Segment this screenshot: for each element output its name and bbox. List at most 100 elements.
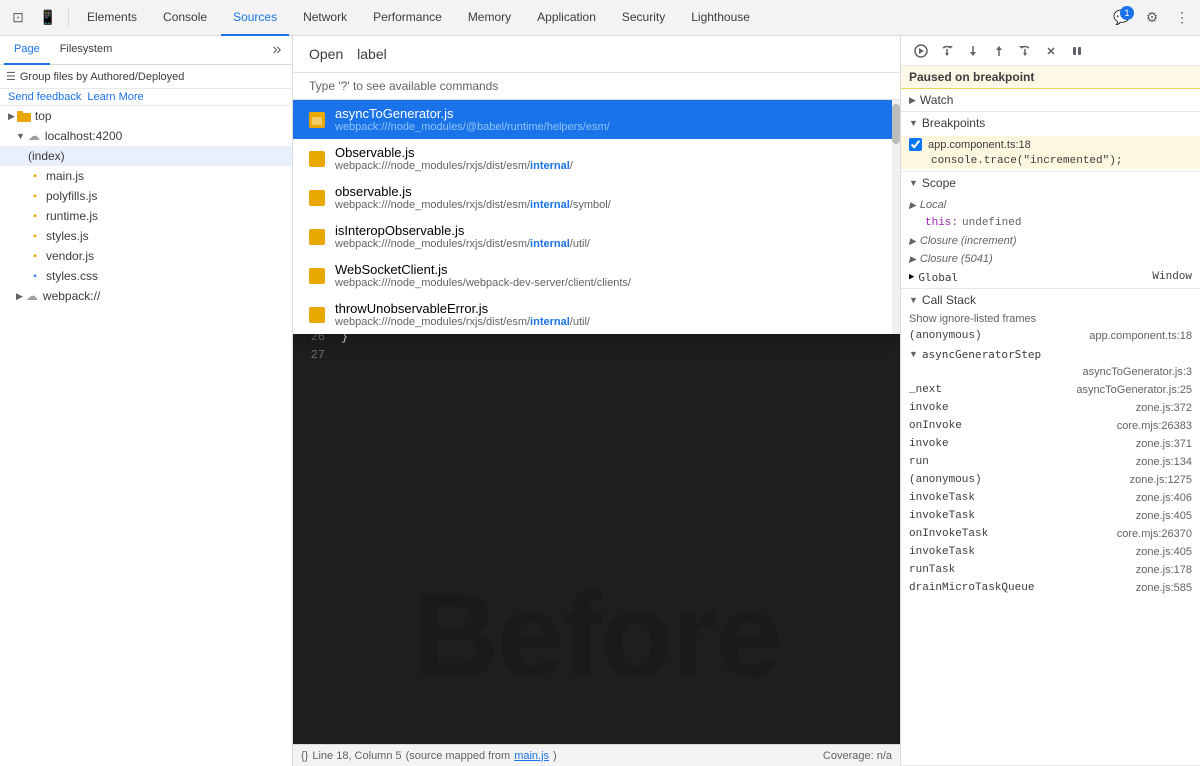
cs-anonymous-1[interactable]: (anonymous) zone.js:1275 bbox=[901, 471, 1200, 489]
breakpoint-item-0[interactable]: app.component.ts:18 bbox=[901, 136, 1200, 153]
tab-sources[interactable]: Sources bbox=[221, 0, 289, 36]
call-stack-label: Call Stack bbox=[922, 293, 976, 307]
cs-async-collapse[interactable]: ▼ asyncGeneratorStep bbox=[901, 345, 1200, 363]
results-list: asyncToGenerator.js webpack:///node_modu… bbox=[293, 100, 892, 334]
open-file-input[interactable] bbox=[357, 46, 884, 62]
file-result-4[interactable]: WebSocketClient.js webpack:///node_modul… bbox=[293, 256, 892, 295]
send-feedback-link[interactable]: Send feedback bbox=[8, 91, 81, 103]
settings-icon[interactable]: ⚙ bbox=[1138, 4, 1166, 32]
tab-elements[interactable]: Elements bbox=[75, 0, 149, 36]
tree-label-webpack: webpack:// bbox=[43, 289, 100, 303]
watch-label: Watch bbox=[920, 93, 954, 107]
breakpoints-header[interactable]: ▼ Breakpoints bbox=[901, 112, 1200, 134]
learn-more-link[interactable]: Learn More bbox=[87, 91, 143, 103]
more-icon[interactable]: ⋮ bbox=[1168, 4, 1196, 32]
step-over-button[interactable] bbox=[935, 39, 959, 63]
result-icon-3 bbox=[309, 229, 325, 245]
cs-name-invoke-0: invoke bbox=[909, 402, 1092, 414]
result-name-1: Observable.js bbox=[335, 145, 573, 160]
css-file-icon: ▪ bbox=[28, 269, 42, 283]
cs-anonymous[interactable]: (anonymous) app.component.ts:18 bbox=[901, 327, 1200, 345]
cs-next[interactable]: _next asyncToGenerator.js:25 bbox=[901, 381, 1200, 399]
device-icon[interactable]: 📱 bbox=[34, 4, 62, 32]
step-into-button[interactable] bbox=[961, 39, 985, 63]
cs-runtask[interactable]: runTask zone.js:178 bbox=[901, 561, 1200, 579]
file-result-1[interactable]: Observable.js webpack:///node_modules/rx… bbox=[293, 139, 892, 178]
cs-name-anonymous: (anonymous) bbox=[909, 330, 1089, 342]
chat-badge: 1 bbox=[1120, 6, 1134, 20]
feedback-bar: Send feedback Learn More bbox=[0, 89, 292, 106]
file-result-5[interactable]: throwUnobservableError.js webpack:///nod… bbox=[293, 295, 892, 334]
status-source-file[interactable]: main.js bbox=[514, 750, 549, 762]
tab-lighthouse[interactable]: Lighthouse bbox=[679, 0, 762, 36]
chat-icon[interactable]: 💬 1 bbox=[1108, 4, 1136, 32]
right-panel: Paused on breakpoint ▶ Watch ▼ Breakpoin… bbox=[900, 36, 1200, 766]
cs-name-runtask: runTask bbox=[909, 564, 1092, 576]
tree-item-index[interactable]: (index) bbox=[0, 146, 292, 166]
tab-network[interactable]: Network bbox=[291, 0, 359, 36]
tree-item-styles-css[interactable]: ▪ styles.css bbox=[0, 266, 292, 286]
step-out-button[interactable] bbox=[987, 39, 1011, 63]
watch-header[interactable]: ▶ Watch bbox=[901, 89, 1200, 111]
path-highlight: internal bbox=[530, 160, 570, 172]
scrollbar-track[interactable] bbox=[892, 100, 900, 334]
scope-var-name-this: this: bbox=[925, 217, 958, 229]
cs-loc-next: asyncToGenerator.js:25 bbox=[1076, 384, 1192, 396]
cs-invoketask-2[interactable]: invokeTask zone.js:405 bbox=[901, 543, 1200, 561]
tree-item-styles-js[interactable]: ▪ styles.js bbox=[0, 226, 292, 246]
breakpoints-content: app.component.ts:18 console.trace("incre… bbox=[901, 134, 1200, 171]
cs-invoke-0[interactable]: invoke zone.js:372 bbox=[901, 399, 1200, 417]
cs-invoke-1[interactable]: invoke zone.js:371 bbox=[901, 435, 1200, 453]
tree-item-vendor-js[interactable]: ▪ vendor.js bbox=[0, 246, 292, 266]
cs-oninvoke[interactable]: onInvoke core.mjs:26383 bbox=[901, 417, 1200, 435]
resume-button[interactable] bbox=[909, 39, 933, 63]
tab-application[interactable]: Application bbox=[525, 0, 608, 36]
call-stack-header[interactable]: ▼ Call Stack bbox=[901, 289, 1200, 311]
status-braces[interactable]: {} bbox=[301, 750, 308, 762]
tab-filesystem[interactable]: Filesystem bbox=[50, 36, 123, 65]
cs-drain[interactable]: drainMicroTaskQueue zone.js:585 bbox=[901, 579, 1200, 597]
tree-item-localhost[interactable]: ▼ ☁ localhost:4200 bbox=[0, 126, 292, 146]
tree-item-main-js[interactable]: ▪ main.js bbox=[0, 166, 292, 186]
tree-label-runtime-js: runtime.js bbox=[46, 209, 98, 223]
folder-icon bbox=[17, 109, 31, 123]
tab-console[interactable]: Console bbox=[151, 0, 219, 36]
cs-async-loc[interactable]: asyncToGenerator.js:3 bbox=[901, 363, 1200, 381]
show-ignore-row[interactable]: Show ignore-listed frames bbox=[901, 311, 1200, 327]
cs-name-invoketask-1: invokeTask bbox=[909, 510, 1092, 522]
scope-section: ▼ Scope ▶ Local this: undefined ▶ Closur… bbox=[901, 172, 1200, 289]
cs-invoketask-0[interactable]: invokeTask zone.js:406 bbox=[901, 489, 1200, 507]
cs-invoketask-1[interactable]: invokeTask zone.js:405 bbox=[901, 507, 1200, 525]
file-result-0[interactable]: asyncToGenerator.js webpack:///node_modu… bbox=[293, 100, 892, 139]
file-result-3[interactable]: isInteropObservable.js webpack:///node_m… bbox=[293, 217, 892, 256]
result-path-0: webpack:///node_modules/@babel/runtime/h… bbox=[335, 121, 610, 133]
tab-page[interactable]: Page bbox=[4, 36, 50, 65]
result-icon-1 bbox=[309, 151, 325, 167]
scope-chevron: ▼ bbox=[909, 178, 918, 188]
tab-performance[interactable]: Performance bbox=[361, 0, 454, 36]
scope-header[interactable]: ▼ Scope bbox=[901, 172, 1200, 194]
debugger-controls bbox=[909, 39, 1089, 63]
cs-loc-oninvoketask: core.mjs:26370 bbox=[1092, 528, 1192, 540]
tab-security[interactable]: Security bbox=[610, 0, 677, 36]
tree-item-runtime-js[interactable]: ▪ runtime.js bbox=[0, 206, 292, 226]
deactivate-breakpoints-button[interactable] bbox=[1039, 39, 1063, 63]
center-area: Open Type '?' to see available commands … bbox=[293, 36, 900, 766]
tree-item-polyfills-js[interactable]: ▪ polyfills.js bbox=[0, 186, 292, 206]
cs-oninvoketask[interactable]: onInvokeTask core.mjs:26370 bbox=[901, 525, 1200, 543]
restore-icon[interactable]: ⊡ bbox=[4, 4, 32, 32]
line-numbers: 25 26 27 bbox=[293, 306, 333, 744]
step-back-button[interactable] bbox=[1013, 39, 1037, 63]
result-path-1: webpack:///node_modules/rxjs/dist/esm/in… bbox=[335, 160, 573, 172]
bp-checkbox[interactable] bbox=[909, 138, 922, 151]
file-result-2[interactable]: observable.js webpack:///node_modules/rx… bbox=[293, 178, 892, 217]
pause-on-exceptions-button[interactable] bbox=[1065, 39, 1089, 63]
watch-chevron: ▶ bbox=[909, 95, 916, 106]
scrollbar-thumb[interactable] bbox=[892, 104, 900, 144]
scope-local-chevron: ▶ bbox=[909, 200, 916, 211]
tree-item-top[interactable]: ▶ top bbox=[0, 106, 292, 126]
tab-memory[interactable]: Memory bbox=[456, 0, 523, 36]
panel-more-icon[interactable]: » bbox=[266, 39, 288, 61]
tree-item-webpack[interactable]: ▶ ☁ webpack:// bbox=[0, 286, 292, 306]
cs-run[interactable]: run zone.js:134 bbox=[901, 453, 1200, 471]
